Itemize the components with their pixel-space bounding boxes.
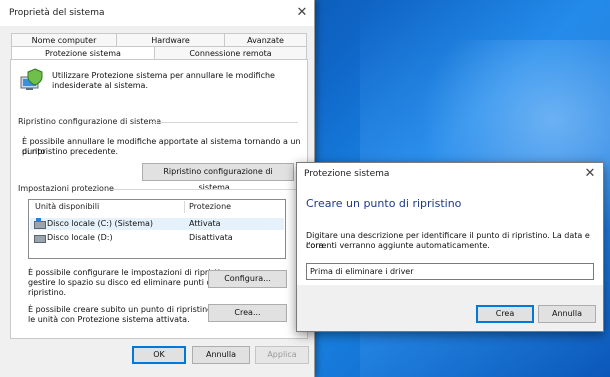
section-divider [150,122,298,123]
title-bar: Protezione sistema ✕ [297,163,603,185]
cancel-button[interactable]: Annulla [192,346,250,364]
column-header-drives[interactable]: Unità disponibili [35,202,99,211]
restore-text-line2: di ripristino precedente. [22,147,119,156]
system-properties-dialog: Proprietà del sistema ✕ Nome computer Ha… [0,0,315,377]
configure-text-line3: ripristino. [28,288,66,297]
drive-name: Disco locale (D:) [47,233,113,242]
dialog-content: Creare un punto di ripristino Digitare u… [297,185,603,285]
configure-button[interactable]: Configura... [208,270,287,288]
configure-text-line2: gestire lo spazio su disco ed eliminare … [28,278,214,287]
section-divider [112,189,298,190]
title-bar: Proprietà del sistema ✕ [0,0,314,26]
table-row[interactable]: Disco locale (C:) (Sistema) Attivata [30,218,284,230]
create-button[interactable]: Crea... [208,304,287,322]
drives-list[interactable]: Unità disponibili Protezione Disco local… [28,199,286,259]
column-header-protection[interactable]: Protezione [189,202,231,211]
intro-text-line1: Utilizzare Protezione sistema per annull… [52,71,275,80]
dialog-title: Protezione sistema [304,169,390,179]
description-line2: correnti verranno aggiunte automaticamen… [306,241,490,250]
restore-section-title: Ripristino configurazione di sistema [18,117,162,126]
annulla-button[interactable]: Annulla [538,305,596,323]
configure-text-line1: È possibile configurare le impostazioni … [28,268,233,277]
drive-protection: Disattivata [189,233,233,242]
close-icon[interactable]: ✕ [294,5,310,21]
table-row[interactable]: Disco locale (D:) Disattivata [30,232,284,244]
dialog-heading: Creare un punto di ripristino [306,197,462,210]
protection-section-title: Impostazioni protezione [18,184,114,193]
ok-button[interactable]: OK [132,346,186,364]
column-separator [184,201,185,213]
intro-text-line2: indesiderate al sistema. [52,81,148,90]
create-text-line2: le unità con Protezione sistema attivata… [28,315,190,324]
list-header: Unità disponibili Protezione [29,200,285,214]
dialog-title: Proprietà del sistema [9,8,105,18]
drive-icon [34,235,46,243]
system-restore-button[interactable]: Ripristino configurazione di sistema... [142,163,294,192]
crea-button[interactable]: Crea [476,305,534,323]
close-icon[interactable]: ✕ [582,166,598,182]
drive-icon [34,218,46,229]
create-text-line1: È possibile creare subito un punto di ri… [28,305,228,314]
apply-button[interactable]: Applica [255,346,309,364]
system-protection-icon [20,68,43,90]
restore-point-description-input[interactable]: Prima di eliminare i driver [306,263,594,280]
drive-name: Disco locale (C:) (Sistema) [47,219,154,228]
drive-protection: Attivata [189,219,221,228]
create-restore-point-dialog: Protezione sistema ✕ Creare un punto di … [296,162,604,332]
input-value: Prima di eliminare i driver [310,267,414,276]
